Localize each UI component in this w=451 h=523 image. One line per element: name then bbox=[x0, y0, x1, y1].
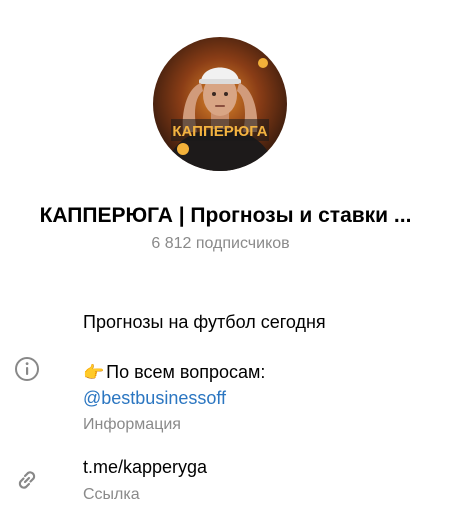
avatar-image: КАППЕРЮГА bbox=[153, 37, 287, 171]
contact-handle-link[interactable]: @bestbusinessoff bbox=[83, 386, 226, 410]
link-caption: Ссылка bbox=[83, 486, 140, 503]
info-caption: Информация bbox=[83, 416, 181, 433]
channel-avatar[interactable]: КАППЕРЮГА bbox=[153, 37, 287, 171]
pointing-hand-icon: 👉 bbox=[83, 363, 105, 382]
avatar-text: КАППЕРЮГА bbox=[172, 123, 267, 140]
channel-link[interactable]: t.me/kapperyga bbox=[83, 455, 207, 479]
contact-text: По всем вопросам: bbox=[106, 362, 266, 382]
info-icon bbox=[15, 357, 39, 381]
link-icon bbox=[18, 471, 36, 489]
channel-description: Прогнозы на футбол сегодня bbox=[83, 312, 326, 332]
subscriber-count: 6 812 подписчиков bbox=[151, 235, 290, 252]
channel-title: КАППЕРЮГА | Прогнозы и ставки ... bbox=[39, 204, 412, 227]
contact-line: 👉 По всем вопросам: bbox=[83, 360, 265, 385]
